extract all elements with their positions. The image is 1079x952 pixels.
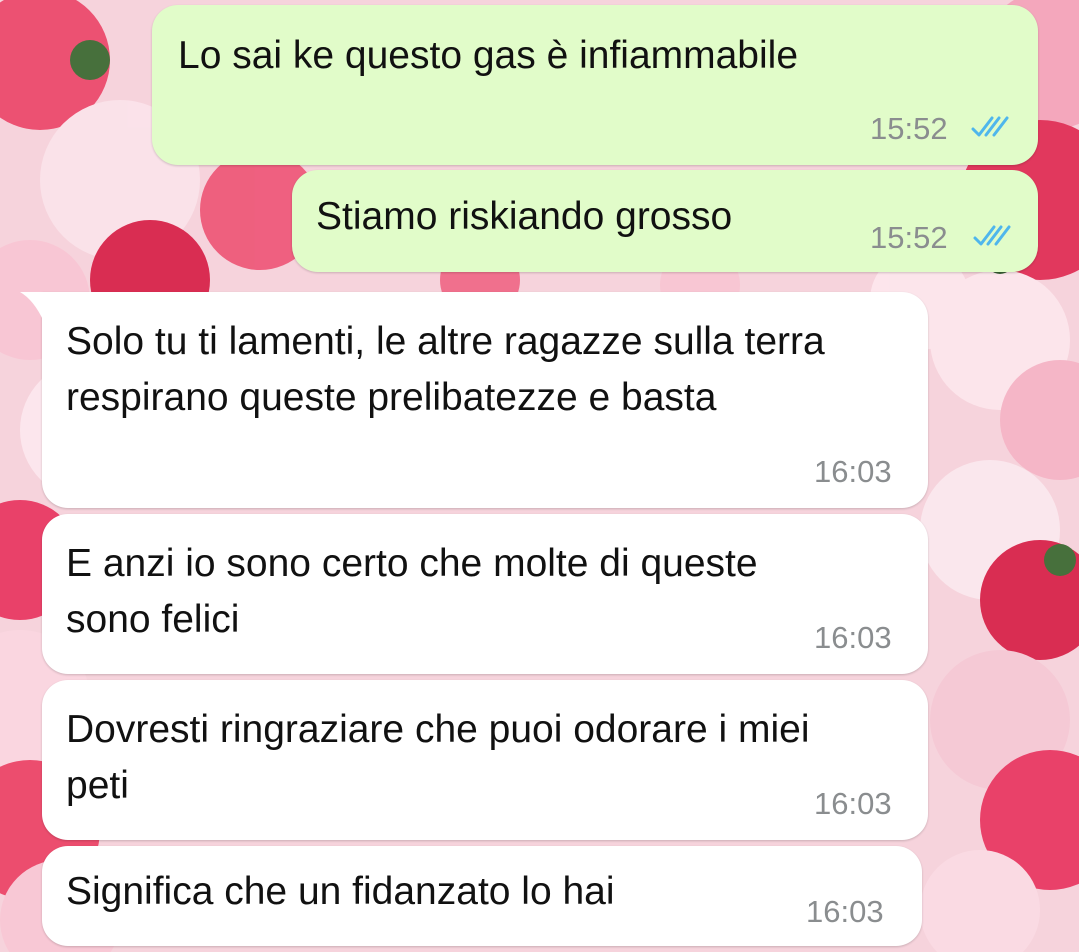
bubble-tail [20, 292, 60, 322]
message-bubble-incoming[interactable]: Solo tu ti lamenti, le altre ragazze sul… [20, 292, 928, 508]
message-time: 15:52 [870, 220, 948, 255]
message-text: Significa che un fidanzato lo hai [66, 870, 615, 913]
message-text: Dovresti ringraziare che puoi odorare i … [66, 708, 810, 807]
message-bubble-incoming[interactable]: Significa che un fidanzato lo hai 16:03 [42, 846, 922, 946]
message-text: Lo sai ke questo gas è infiammabile [178, 34, 799, 77]
message-time: 16:03 [814, 786, 892, 821]
message-bubble-outgoing[interactable]: Stiamo riskiando grosso 15:52 [292, 170, 1038, 272]
message-text: Solo tu ti lamenti, le altre ragazze sul… [66, 320, 825, 419]
message-bubble-incoming[interactable]: Dovresti ringraziare che puoi odorare i … [42, 680, 928, 840]
message-time: 16:03 [814, 454, 892, 489]
message-time: 16:03 [814, 620, 892, 655]
double-check-icon [973, 225, 1011, 246]
message-time: 15:52 [870, 111, 948, 146]
message-bubble-outgoing[interactable]: Lo sai ke questo gas è infiammabile 15:5… [152, 5, 1038, 165]
double-check-icon [971, 116, 1009, 137]
message-text: Stiamo riskiando grosso [316, 195, 733, 238]
message-text: E anzi io sono certo che molte di queste… [66, 542, 758, 641]
message-time: 16:03 [806, 894, 884, 929]
message-bubble-incoming[interactable]: E anzi io sono certo che molte di queste… [42, 514, 928, 674]
